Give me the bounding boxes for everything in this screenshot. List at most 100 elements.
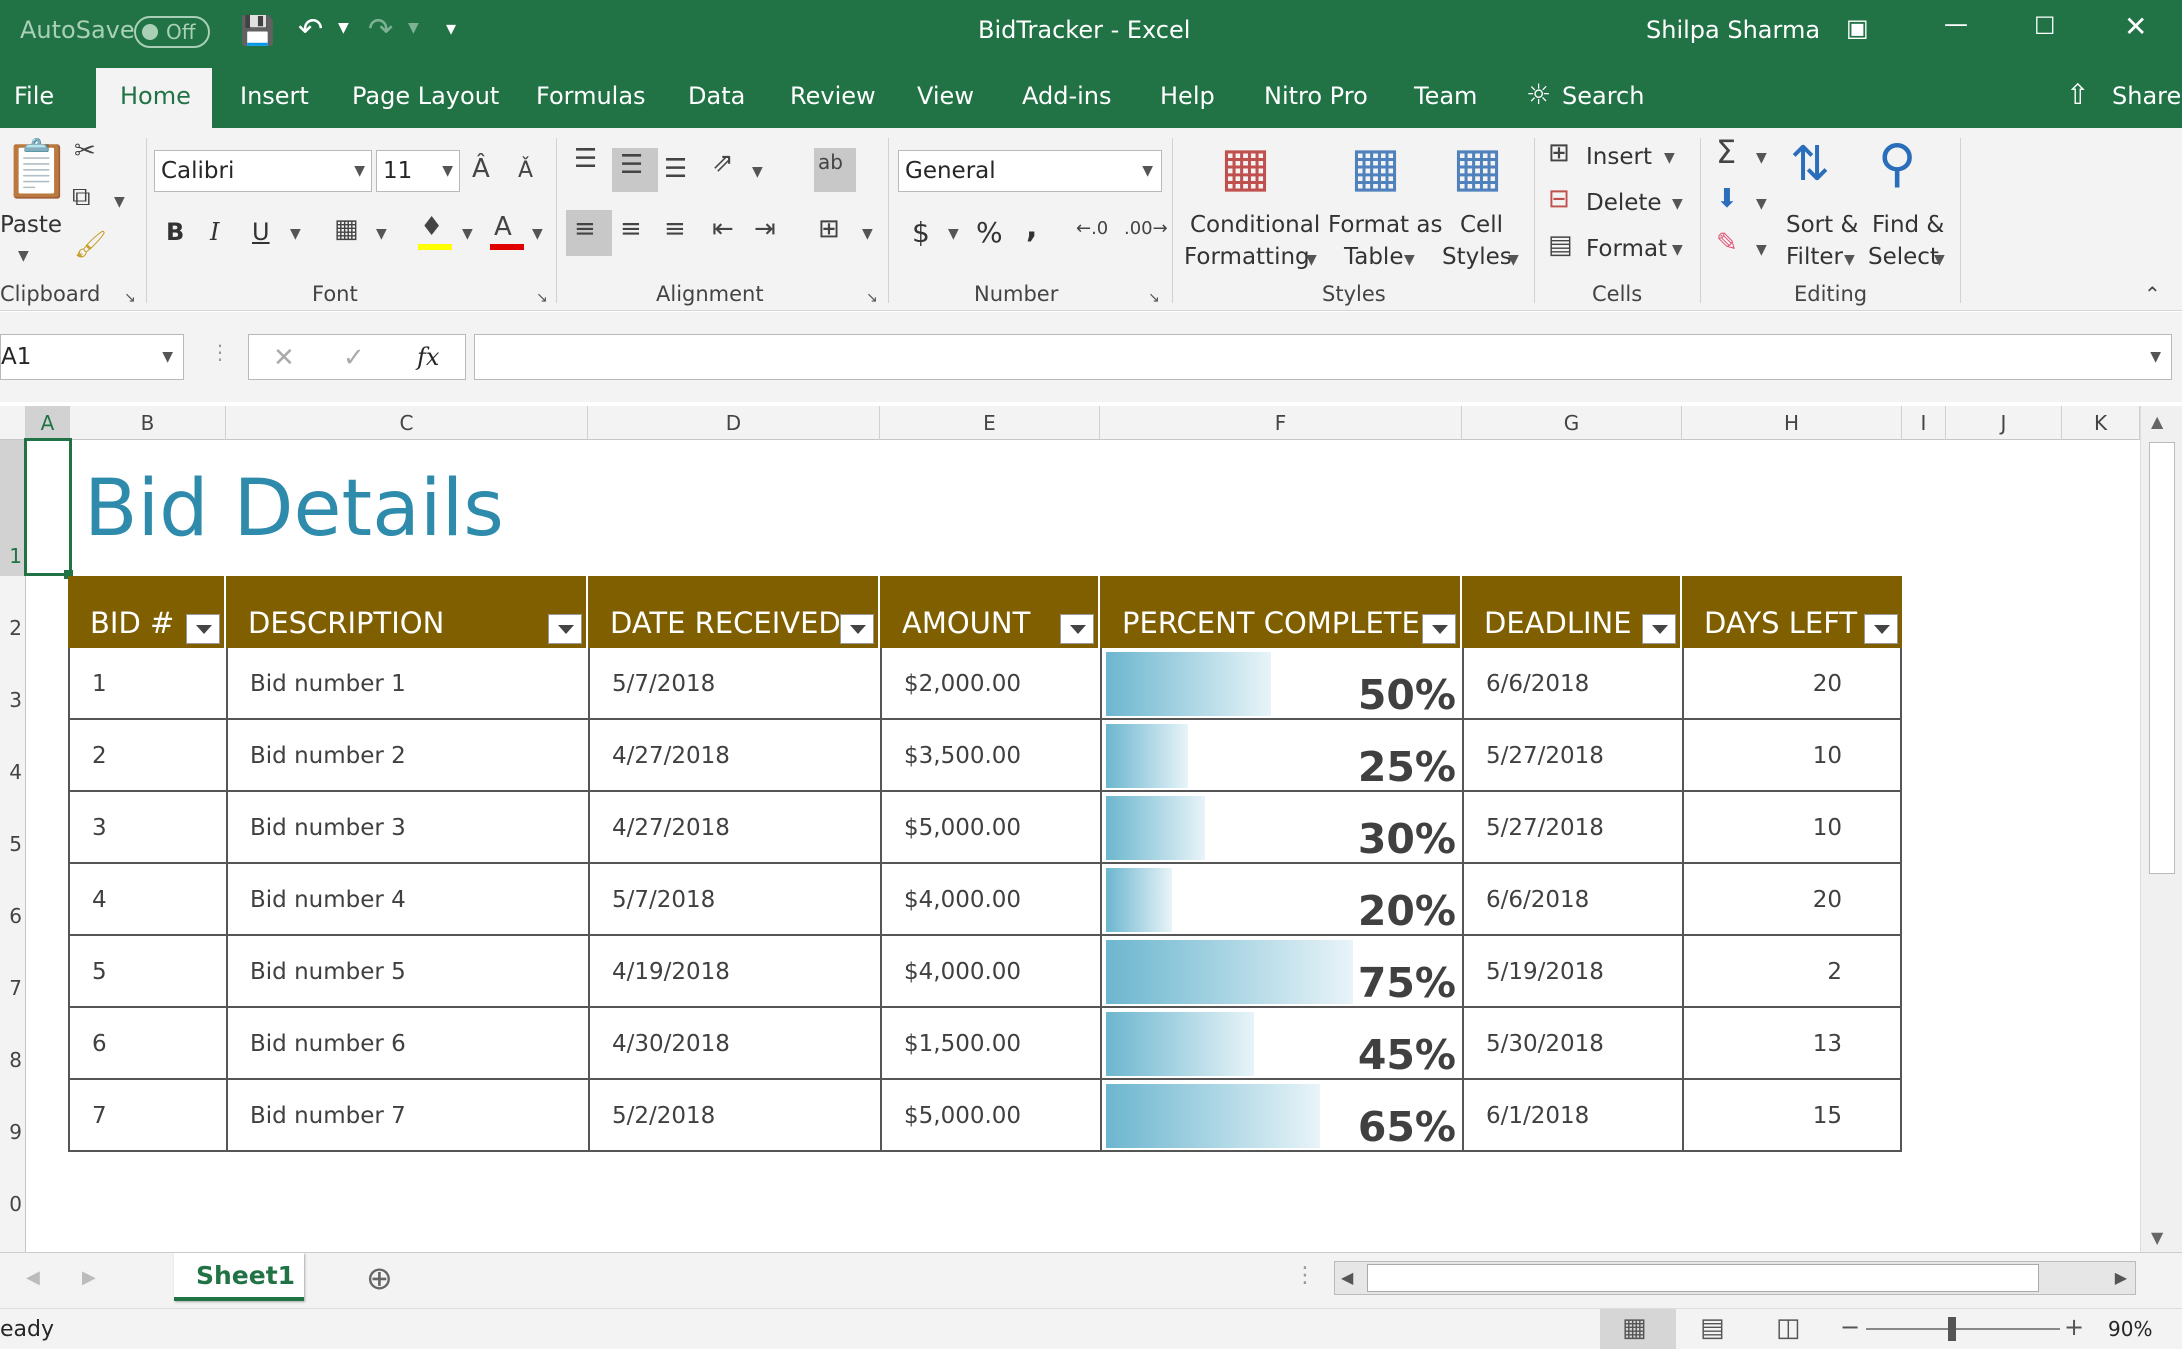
lightbulb-icon[interactable]: ☼	[1526, 78, 1551, 111]
tab-help[interactable]: Help	[1160, 82, 1215, 110]
cell-bid[interactable]: 5	[68, 936, 226, 1008]
increase-decimal-icon[interactable]: ←.0	[1076, 220, 1108, 238]
delete-cells-icon[interactable]: ⊟	[1548, 186, 1570, 212]
insert-dropdown-icon[interactable]: ▼	[1664, 150, 1675, 166]
filter-dropdown-icon[interactable]	[186, 614, 220, 644]
clear-dropdown-icon[interactable]: ▼	[1756, 242, 1767, 258]
decrease-font-icon[interactable]: Ǎ	[518, 160, 533, 182]
clear-icon[interactable]: ✎	[1716, 230, 1738, 256]
paste-dropdown-icon[interactable]: ▼	[18, 248, 29, 264]
vertical-scroll-thumb[interactable]	[2149, 442, 2175, 874]
filter-dropdown-icon[interactable]	[548, 614, 582, 644]
fill-color-icon[interactable]: ♦	[420, 214, 443, 240]
font-size-select[interactable]: 11 ▼	[376, 150, 460, 192]
horizontal-scrollbar[interactable]: ◀ ▶	[1334, 1261, 2136, 1295]
fill-dropdown-icon[interactable]: ▼	[1756, 196, 1767, 212]
italic-button[interactable]: I	[210, 218, 219, 246]
column-header-k[interactable]: K	[2062, 406, 2140, 440]
cell-bid[interactable]: 3	[68, 792, 226, 864]
redo-dropdown-icon[interactable]: ▼	[408, 20, 419, 36]
page-layout-view-icon[interactable]: ▤	[1700, 1313, 1725, 1343]
font-launcher-icon[interactable]: ↘	[536, 290, 548, 306]
row-header-3[interactable]: 3	[0, 648, 26, 720]
column-header-f[interactable]: F	[1100, 406, 1462, 440]
conditional-formatting-label-2[interactable]: Formatting	[1184, 244, 1310, 270]
column-header-b[interactable]: B	[70, 406, 226, 440]
header-deadline[interactable]: DEADLINE	[1462, 576, 1682, 648]
cell-pct[interactable]: 65%	[1100, 1080, 1462, 1152]
currency-dropdown-icon[interactable]: ▼	[948, 226, 959, 242]
cell-days[interactable]: 20	[1682, 648, 1902, 720]
cell-styles-label-1[interactable]: Cell	[1460, 212, 1503, 238]
align-bottom-icon[interactable]: ☰	[664, 156, 687, 182]
sort-filter-label-1[interactable]: Sort &	[1786, 212, 1858, 238]
cell-days[interactable]: 10	[1682, 720, 1902, 792]
column-header-e[interactable]: E	[880, 406, 1100, 440]
filter-dropdown-icon[interactable]	[840, 614, 874, 644]
cell-days[interactable]: 15	[1682, 1080, 1902, 1152]
cell-desc[interactable]: Bid number 5	[226, 936, 588, 1008]
cell-pct[interactable]: 75%	[1100, 936, 1462, 1008]
share-label[interactable]: Share	[2112, 82, 2181, 110]
tab-data[interactable]: Data	[688, 82, 745, 110]
align-right-icon[interactable]: ≡	[664, 216, 686, 242]
cell-bid[interactable]: 2	[68, 720, 226, 792]
row-header-7[interactable]: 7	[0, 936, 26, 1008]
column-header-j[interactable]: J	[1946, 406, 2062, 440]
cell-styles-label-2[interactable]: Styles	[1442, 244, 1512, 270]
merge-center-icon[interactable]: ⊞	[818, 216, 840, 242]
format-as-table-label-2[interactable]: Table	[1344, 244, 1403, 270]
bold-button[interactable]: B	[166, 218, 184, 246]
insert-function-icon[interactable]: fx	[417, 343, 439, 371]
sort-dropdown-icon[interactable]: ▼	[1844, 252, 1855, 268]
row-header-9[interactable]: 9	[0, 1080, 26, 1152]
next-sheet-icon[interactable]: ▶	[82, 1267, 96, 1288]
borders-icon[interactable]: ▦	[334, 216, 359, 242]
row-header-5[interactable]: 5	[0, 792, 26, 864]
paste-icon[interactable]: 📋	[2, 142, 72, 198]
underline-dropdown-icon[interactable]: ▼	[290, 226, 301, 242]
format-dropdown-icon[interactable]: ▼	[1672, 242, 1683, 258]
sheet-tab-sheet1[interactable]: Sheet1	[174, 1253, 304, 1301]
cell-amount[interactable]: $1,500.00	[880, 1008, 1100, 1080]
filter-dropdown-icon[interactable]	[1642, 614, 1676, 644]
cell-pct[interactable]: 25%	[1100, 720, 1462, 792]
enter-icon[interactable]: ✓	[343, 343, 365, 373]
alignment-launcher-icon[interactable]: ↘	[866, 290, 878, 306]
tab-file[interactable]: File	[14, 82, 54, 110]
collapse-ribbon-icon[interactable]: ⌃	[2144, 284, 2161, 304]
cell-days[interactable]: 10	[1682, 792, 1902, 864]
tab-insert[interactable]: Insert	[240, 82, 309, 110]
scroll-right-icon[interactable]: ▶	[2115, 1268, 2127, 1287]
vertical-scrollbar[interactable]: ▲ ▼	[2140, 406, 2182, 1252]
find-select-label-2[interactable]: Select	[1868, 244, 1939, 270]
filter-dropdown-icon[interactable]	[1864, 614, 1898, 644]
zoom-in-icon[interactable]: +	[2064, 1313, 2084, 1341]
zoom-out-icon[interactable]: −	[1840, 1313, 1860, 1341]
number-format-select[interactable]: General ▼	[898, 150, 1162, 192]
column-header-g[interactable]: G	[1462, 406, 1682, 440]
zoom-slider-thumb[interactable]	[1948, 1317, 1956, 1341]
decrease-decimal-icon[interactable]: .00→	[1124, 220, 1168, 238]
autosum-icon[interactable]: Σ	[1716, 136, 1736, 168]
decrease-indent-icon[interactable]: ⇤	[712, 216, 734, 242]
cell-date[interactable]: 5/7/2018	[588, 864, 880, 936]
maximize-icon[interactable]: ☐	[2034, 12, 2056, 40]
cell-amount[interactable]: $5,000.00	[880, 792, 1100, 864]
cell-bid[interactable]: 4	[68, 864, 226, 936]
prev-sheet-icon[interactable]: ◀	[26, 1267, 40, 1288]
conditional-formatting-label-1[interactable]: Conditional	[1190, 212, 1320, 238]
cell-date[interactable]: 4/19/2018	[588, 936, 880, 1008]
cell-pct[interactable]: 20%	[1100, 864, 1462, 936]
cell-date[interactable]: 5/7/2018	[588, 648, 880, 720]
cell-deadline[interactable]: 5/27/2018	[1462, 720, 1682, 792]
cell-desc[interactable]: Bid number 1	[226, 648, 588, 720]
cell-bid[interactable]: 6	[68, 1008, 226, 1080]
cell-date[interactable]: 4/27/2018	[588, 792, 880, 864]
horizontal-scroll-thumb[interactable]	[1367, 1264, 2039, 1292]
font-color-icon[interactable]: A	[494, 214, 512, 240]
cell-pct[interactable]: 50%	[1100, 648, 1462, 720]
align-left-icon[interactable]: ≡	[574, 216, 596, 242]
copy-dropdown-icon[interactable]: ▼	[114, 194, 125, 210]
cell-deadline[interactable]: 5/30/2018	[1462, 1008, 1682, 1080]
